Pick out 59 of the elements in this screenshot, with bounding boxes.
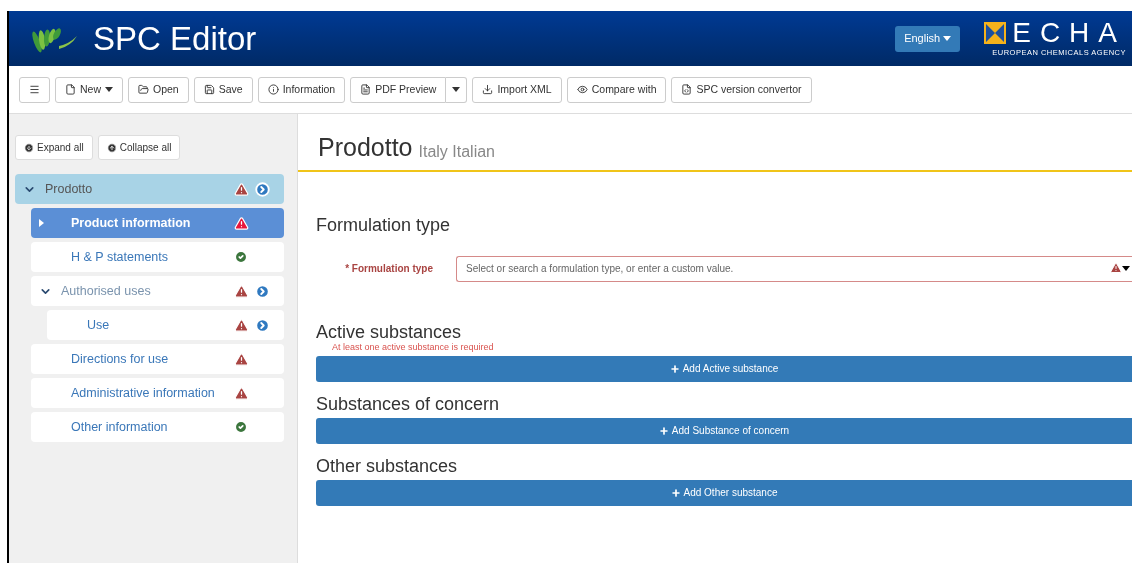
arrow-right-icon[interactable] — [255, 181, 270, 197]
dropdown-toggle[interactable] — [446, 76, 468, 103]
toolbar-button[interactable]: PDF Preview — [350, 76, 447, 103]
file-icon — [65, 84, 76, 95]
caret-icon — [452, 87, 461, 92]
folder-icon — [138, 84, 149, 95]
tree-item[interactable]: Authorised uses — [31, 276, 284, 306]
toolbar-button[interactable]: New — [55, 76, 123, 103]
formulation-type-field[interactable]: Select or search a formulation type, or enter a custom value. — [456, 255, 1132, 282]
info-icon — [267, 84, 279, 95]
language-dropdown[interactable]: English — [895, 25, 961, 52]
tree-button[interactable]: Collapse all — [97, 135, 181, 160]
app-title: SPC Editor — [93, 18, 257, 59]
page-subtitle: Italy Italian — [418, 144, 495, 160]
tree-item[interactable]: Use — [47, 310, 284, 340]
section-heading: Substances of concern — [316, 393, 501, 414]
section-heading: Active substances — [316, 321, 463, 342]
page-title: Prodotto — [318, 135, 413, 160]
section-heading: Formulation type — [316, 214, 452, 237]
section-heading: Other substances — [316, 455, 459, 476]
save-icon — [203, 84, 215, 95]
toolbar-button[interactable]: Import XML — [472, 76, 562, 103]
toolbar-button[interactable]: Compare with — [566, 76, 667, 103]
logo-letters: ECHA — [1012, 18, 1126, 47]
error-message: At least one active substance is required — [331, 341, 495, 352]
toolbar-button[interactable]: SPC version convertor — [671, 76, 812, 103]
tree-item[interactable]: Prodotto — [15, 174, 284, 204]
add-button[interactable]: Add Other substance — [316, 479, 1132, 506]
caret-icon — [1122, 265, 1130, 271]
caret-icon — [943, 36, 952, 41]
toolbar-button[interactable]: Information — [257, 76, 346, 103]
tree-button[interactable]: Expand all — [15, 135, 93, 160]
tree-item[interactable]: Administrative information — [31, 378, 284, 408]
tree-item[interactable]: Other information — [31, 412, 284, 442]
tree-item[interactable]: H & P statements — [31, 242, 284, 272]
document-icon — [360, 84, 372, 95]
field-label: * Formulation type — [344, 261, 434, 276]
circle-down-icon — [24, 142, 34, 153]
toolbar-button[interactable]: Save — [193, 76, 253, 103]
plus-icon — [670, 487, 681, 498]
add-button[interactable]: Add Substance of concern — [316, 417, 1132, 444]
plus-icon — [669, 363, 680, 374]
tree-item[interactable]: Directions for use — [31, 344, 284, 374]
menu-button[interactable] — [19, 76, 50, 103]
download-icon — [482, 84, 494, 95]
arrow-right-icon[interactable] — [255, 317, 270, 333]
tree-item[interactable]: Product information — [31, 208, 284, 238]
eye-icon — [576, 84, 588, 95]
document-code-icon — [681, 84, 693, 95]
warning-icon — [1110, 262, 1122, 274]
echa-logo-icon — [984, 21, 1007, 44]
arrow-right-icon[interactable] — [255, 283, 270, 299]
add-button[interactable]: Add Active substance — [316, 355, 1132, 382]
caret-icon — [105, 87, 113, 92]
menu-icon — [29, 84, 40, 95]
plus-icon — [658, 425, 669, 436]
circle-up-icon — [106, 142, 117, 153]
caret-right-icon — [39, 219, 44, 227]
toolbar-button[interactable]: Open — [128, 76, 189, 103]
